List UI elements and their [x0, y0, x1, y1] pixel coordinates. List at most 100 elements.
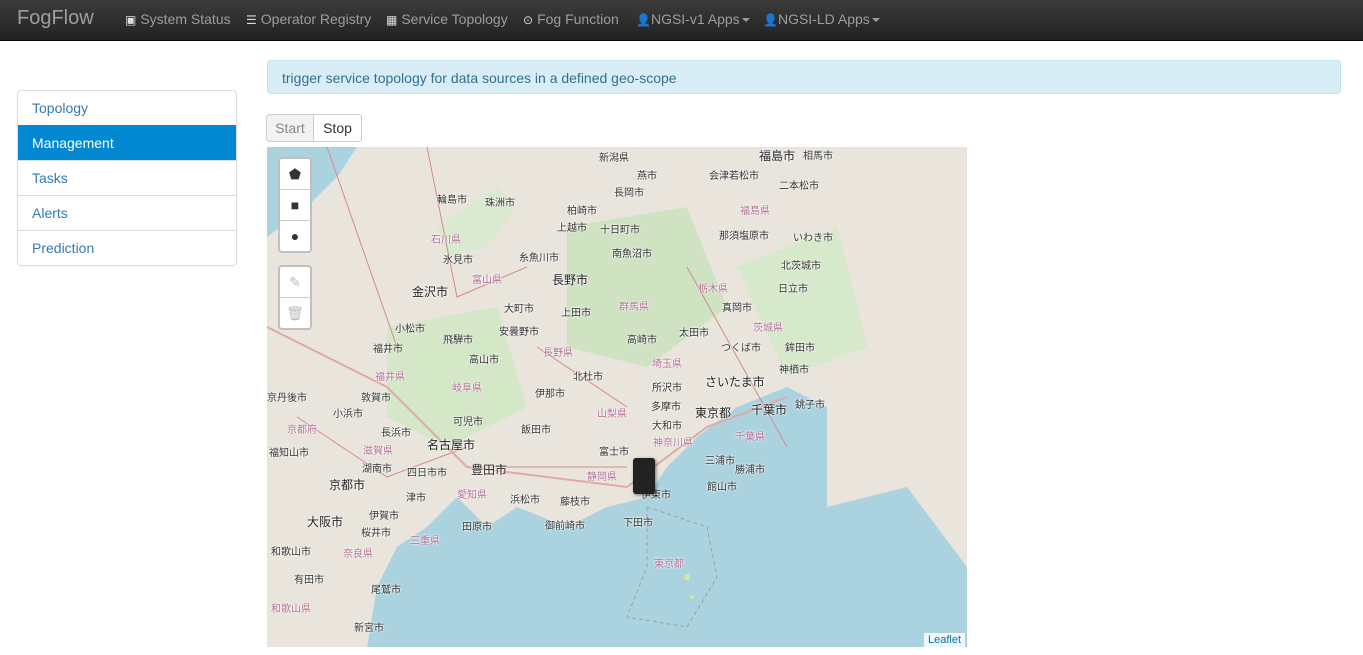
map-label: 富士市: [599, 447, 629, 458]
nav-operator-registry[interactable]: ☰ Operator Registry: [246, 11, 371, 27]
map-label: 石川県: [431, 235, 461, 246]
map-label: 和歌山県: [271, 604, 311, 615]
map-label: 滋賀県: [363, 446, 393, 457]
user-icon: 👤: [763, 13, 778, 27]
map-label: 高崎市: [627, 335, 657, 346]
map-label: つくば市: [721, 343, 761, 354]
map-label: 輪島市: [437, 195, 467, 206]
nav-ngsi-ld-apps[interactable]: 👤NGSI-LD Apps: [763, 11, 880, 27]
map-label: 千葉市: [751, 403, 788, 417]
map-label: 津市: [406, 493, 426, 504]
map-label: 愛知県: [457, 490, 487, 501]
map-attribution[interactable]: Leaflet: [923, 633, 965, 647]
rectangle-icon[interactable]: ■: [280, 189, 310, 220]
map-label: 日立市: [778, 284, 808, 295]
info-alert: trigger service topology for data source…: [267, 60, 1341, 94]
top-navbar: FogFlow ▣ System Status ☰ Operator Registr…: [0, 0, 1363, 41]
map-label: 名古屋市: [427, 438, 476, 452]
map-label: 長浜市: [381, 428, 411, 439]
map-label: 和歌山市: [271, 547, 311, 558]
chevron-down-icon: [871, 18, 880, 23]
target-icon: ⊙: [523, 13, 534, 27]
map-label: 茨城県: [753, 323, 783, 334]
map-label: 福井市: [373, 344, 403, 355]
map-label: 長岡市: [614, 188, 644, 199]
map-label: 会津若松市: [709, 171, 759, 182]
map-label: 勝浦市: [735, 465, 765, 476]
sidebar-item-management[interactable]: Management: [18, 125, 236, 160]
map-label: 銚子市: [795, 400, 825, 411]
map-label: 珠洲市: [485, 198, 515, 209]
map-label: 伊那市: [535, 389, 565, 400]
map-label: 多摩市: [651, 402, 681, 413]
sidebar-item-topology[interactable]: Topology: [18, 91, 236, 125]
map-label: 二本松市: [779, 181, 819, 192]
map-label: 神栖市: [779, 365, 809, 376]
map-label: いわき市: [793, 233, 833, 244]
sidebar-item-tasks[interactable]: Tasks: [18, 160, 236, 195]
trash-icon[interactable]: 🗑: [280, 297, 310, 328]
map-label: 長野市: [552, 273, 589, 287]
map-label: 藤枝市: [560, 497, 590, 508]
map-label: 燕市: [637, 171, 657, 182]
map-label: 東京都: [654, 559, 684, 570]
map-label: 大町市: [504, 304, 534, 315]
sidebar-item-alerts[interactable]: Alerts: [18, 195, 236, 230]
polygon-icon[interactable]: ⬟: [280, 159, 310, 189]
map-label: 金沢市: [412, 285, 449, 299]
map-label: 相馬市: [803, 151, 833, 162]
map-label: 真岡市: [722, 303, 752, 314]
sidebar-menu: Topology Management Tasks Alerts Predict…: [17, 90, 237, 266]
map-label: 氷見市: [443, 255, 473, 266]
map-label: 高山市: [469, 355, 499, 366]
list-icon: ☰: [246, 13, 257, 27]
map-label: 三重県: [410, 536, 440, 547]
map-label: 柏崎市: [567, 206, 597, 217]
map-label: 埼玉県: [652, 359, 682, 370]
nav-service-topology[interactable]: ▦ Service Topology: [386, 11, 508, 27]
map-label: 太田市: [679, 328, 709, 339]
map-label: 尾鷲市: [371, 585, 401, 596]
map-view[interactable]: 新潟県 燕市 福島市 相馬市 長岡市 会津若松市 二本松市 輪島市 珠洲市 柏崎…: [267, 147, 967, 647]
map-label: 福知山市: [269, 448, 309, 459]
map-label: 奈良県: [343, 549, 373, 560]
circle-icon[interactable]: ●: [280, 220, 310, 251]
map-label: 南魚沼市: [612, 249, 652, 260]
map-label: 新宮市: [354, 623, 384, 634]
map-label: 千葉県: [735, 432, 765, 443]
map-label: さいたま市: [705, 375, 765, 389]
map-label: 桜井市: [361, 528, 391, 539]
sidebar-item-prediction[interactable]: Prediction: [18, 230, 236, 265]
map-label: 福井県: [375, 372, 405, 383]
brand-logo[interactable]: FogFlow: [17, 7, 94, 30]
map-label: 安曇野市: [499, 327, 539, 338]
map-label: 富山県: [472, 275, 502, 286]
map-label: 田原市: [462, 522, 492, 533]
nav-fog-function[interactable]: ⊙ Fog Function: [523, 11, 619, 27]
map-label: 有田市: [294, 575, 324, 586]
grid-icon: ▦: [386, 13, 398, 27]
map-label: 小浜市: [333, 409, 363, 420]
map-label: 鉾田市: [785, 343, 815, 354]
map-label: 栃木県: [698, 284, 728, 295]
map-label: 新潟県: [599, 153, 629, 164]
chevron-down-icon: [741, 18, 750, 23]
map-label: 小松市: [395, 324, 425, 335]
map-label: 下田市: [623, 518, 653, 529]
start-button[interactable]: Start: [266, 114, 314, 142]
map-label: 可児市: [453, 417, 483, 428]
device-marker[interactable]: [633, 458, 655, 494]
map-label: 群馬県: [619, 302, 649, 313]
nav-ngsi-v1-apps[interactable]: 👤NGSI-v1 Apps: [636, 11, 750, 27]
nav-system-status[interactable]: ▣ System Status: [125, 11, 231, 27]
map-label: 所沢市: [652, 383, 682, 394]
map-label: 北杜市: [573, 372, 603, 383]
edit-icon[interactable]: ✎: [280, 267, 310, 297]
stop-button[interactable]: Stop: [313, 114, 362, 142]
map-label: 京丹後市: [267, 393, 307, 404]
map-label: 山梨県: [597, 409, 627, 420]
map-label: 四日市市: [407, 468, 447, 479]
user-icon: 👤: [636, 13, 651, 27]
map-label: 三浦市: [705, 456, 735, 467]
picture-icon: ▣: [125, 13, 137, 27]
